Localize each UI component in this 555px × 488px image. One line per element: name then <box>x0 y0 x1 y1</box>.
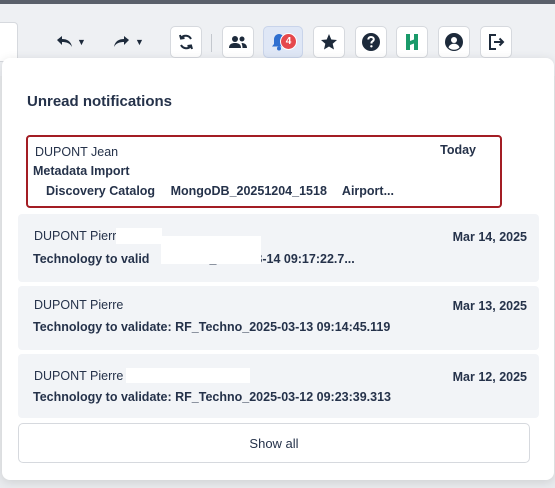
notification-count-badge: 4 <box>280 33 297 50</box>
help-button[interactable] <box>355 26 387 58</box>
breadcrumb-item: MongoDB_20251204_1518 <box>170 184 327 198</box>
favorites-button[interactable] <box>313 26 345 58</box>
panel-title: Unread notifications <box>27 93 173 110</box>
breadcrumb-item: Discovery Catalog <box>46 184 156 198</box>
notification-title: Metadata Import <box>33 164 130 178</box>
notification-date: Mar 14, 2025 <box>452 230 527 244</box>
notification-item[interactable]: DUPONT Pierre Mar 13, 2025 Technology to… <box>18 286 539 350</box>
notification-breadcrumb: Discovery Catalog MongoDB_20251204_1518 … <box>46 184 406 198</box>
logout-button[interactable] <box>480 26 512 58</box>
notification-author: DUPONT Pierre <box>34 369 124 383</box>
notifications-button[interactable]: 4 <box>263 26 303 58</box>
breadcrumb-item: Airport... <box>341 184 395 198</box>
notification-author: DUPONT Pierre <box>34 298 124 312</box>
chevron-down-icon: ▼ <box>77 37 86 47</box>
undo-button[interactable]: ▼ <box>50 26 90 58</box>
help-icon <box>361 32 381 52</box>
notification-item[interactable]: DUPONT Pierre Mar 12, 2025 Technology to… <box>18 354 539 418</box>
notification-date: Mar 13, 2025 <box>452 299 527 313</box>
undo-icon <box>54 34 74 50</box>
redaction-mask <box>126 368 250 383</box>
refresh-button[interactable] <box>170 26 202 58</box>
toolbar-left-control[interactable] <box>0 22 18 62</box>
account-icon <box>444 32 464 52</box>
notification-author: DUPONT Pierre <box>34 229 124 243</box>
notification-date: Mar 12, 2025 <box>452 370 527 384</box>
hub-button[interactable] <box>396 26 428 58</box>
redo-button[interactable]: ▼ <box>108 26 148 58</box>
notification-author: DUPONT Jean <box>35 145 119 159</box>
toolbar-separator <box>211 34 212 52</box>
notification-message: Technology to validate: RF_Techno_2025-0… <box>33 320 391 334</box>
notification-message: Technology to validate: RF_Techno_2025-0… <box>33 390 392 404</box>
refresh-icon <box>177 33 195 51</box>
notification-date: Today <box>440 143 476 157</box>
show-all-button[interactable]: Show all <box>18 423 530 463</box>
account-button[interactable] <box>438 26 470 58</box>
chevron-down-icon: ▼ <box>135 37 144 47</box>
notifications-panel: Unread notifications DUPONT Jean Today M… <box>2 58 554 480</box>
redo-icon <box>112 34 132 50</box>
logout-icon <box>487 33 505 51</box>
h-logo-icon <box>404 33 420 51</box>
users-button[interactable] <box>222 26 254 58</box>
redaction-mask <box>161 236 261 264</box>
notification-item[interactable]: DUPONT Jean Today Metadata Import Discov… <box>26 135 502 208</box>
star-icon <box>320 33 338 51</box>
users-icon <box>228 34 248 50</box>
redaction-mask <box>116 228 162 244</box>
notification-item[interactable]: DUPONT Pierre Mar 14, 2025 Technology to… <box>18 214 539 282</box>
